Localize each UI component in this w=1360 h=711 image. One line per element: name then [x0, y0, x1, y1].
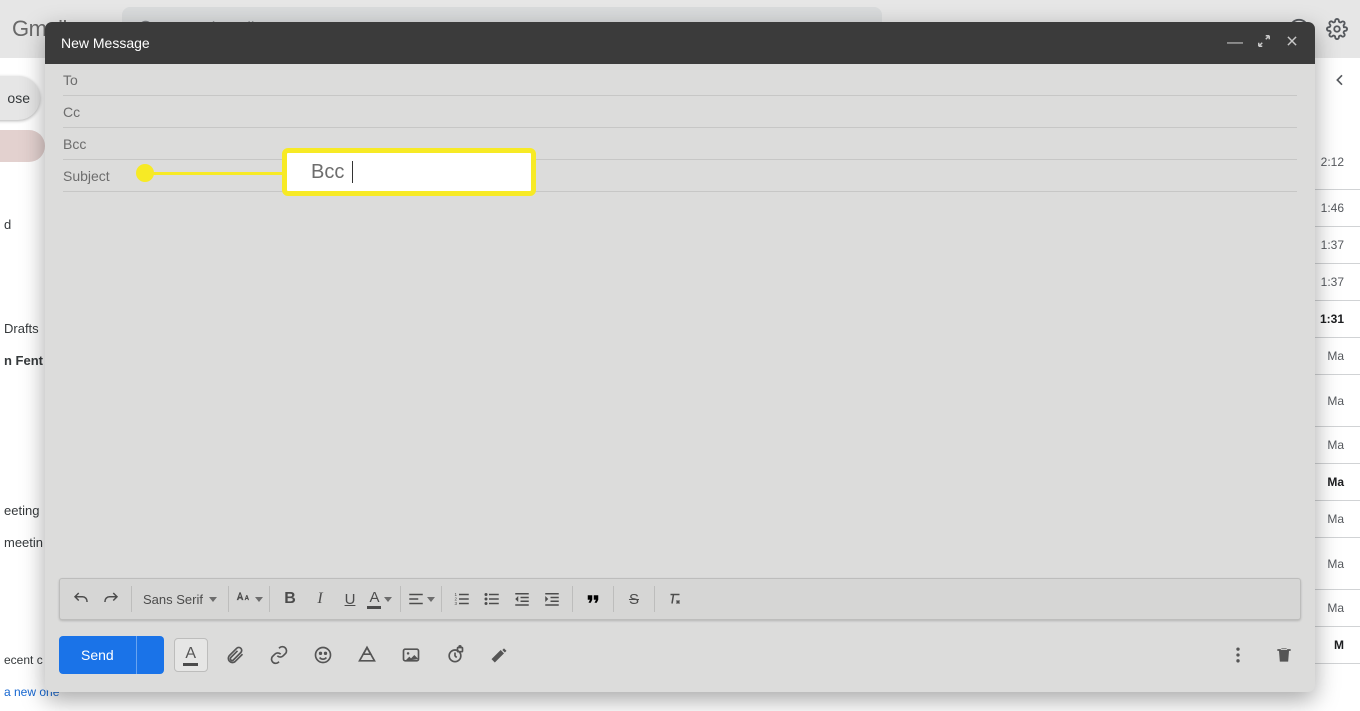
formatting-toolbar: Sans Serif B I U A 123 S — [59, 578, 1301, 620]
insert-drive-icon[interactable] — [350, 638, 384, 672]
chevron-down-icon — [255, 597, 263, 602]
sidebar-item[interactable] — [0, 130, 45, 162]
svg-text:3: 3 — [454, 601, 457, 606]
cc-label: Cc — [63, 104, 123, 120]
annotation-label: Bcc — [311, 161, 344, 184]
discard-draft-icon[interactable] — [1267, 638, 1301, 672]
sidebar-item[interactable]: Drafts — [0, 312, 45, 344]
italic-icon[interactable]: I — [305, 584, 335, 614]
subject-field[interactable]: Subject — [63, 160, 1297, 192]
indent-less-icon[interactable] — [507, 584, 537, 614]
compose-actions: Send A — [59, 630, 1301, 680]
annotation-box: Bcc — [282, 148, 536, 196]
chevron-down-icon — [384, 597, 392, 602]
align-icon[interactable] — [406, 584, 436, 614]
insert-signature-icon[interactable] — [482, 638, 516, 672]
undo-icon[interactable] — [66, 584, 96, 614]
settings-gear-icon[interactable] — [1326, 18, 1348, 40]
numbered-list-icon[interactable]: 123 — [447, 584, 477, 614]
send-label: Send — [81, 647, 114, 663]
more-options-icon[interactable] — [1221, 638, 1255, 672]
minimize-icon[interactable]: — — [1227, 35, 1243, 51]
to-label: To — [63, 72, 123, 88]
insert-emoji-icon[interactable] — [306, 638, 340, 672]
send-button[interactable]: Send — [59, 636, 164, 674]
left-sidebar: d Drafts n Fent eeting meetin ecent c a … — [0, 68, 45, 708]
sidebar-item[interactable]: d — [0, 208, 45, 240]
sidebar-item[interactable]: a new one — [0, 676, 45, 708]
redo-icon[interactable] — [96, 584, 126, 614]
bcc-label: Bcc — [63, 136, 123, 152]
chevron-left-icon[interactable] — [1332, 72, 1348, 93]
annotation-line — [145, 172, 285, 175]
indent-more-icon[interactable] — [537, 584, 567, 614]
cc-field[interactable]: Cc — [63, 96, 1297, 128]
formatting-options-icon[interactable]: A — [174, 638, 208, 672]
text-color-icon[interactable]: A — [365, 584, 395, 614]
compose-title: New Message — [61, 35, 150, 51]
popout-icon[interactable] — [1257, 34, 1271, 52]
bold-icon[interactable]: B — [275, 584, 305, 614]
insert-link-icon[interactable] — [262, 638, 296, 672]
send-options-button[interactable] — [136, 636, 164, 674]
compose-body[interactable] — [45, 192, 1315, 578]
underline-icon[interactable]: U — [335, 584, 365, 614]
quote-icon[interactable] — [578, 584, 608, 614]
insert-photo-icon[interactable] — [394, 638, 428, 672]
font-size-icon[interactable] — [234, 584, 264, 614]
text-cursor — [352, 161, 353, 183]
close-icon[interactable] — [1285, 34, 1299, 52]
strikethrough-icon[interactable]: S — [619, 584, 649, 614]
font-family-select[interactable]: Sans Serif — [137, 592, 223, 607]
sidebar-item[interactable]: meetin — [0, 526, 45, 558]
sidebar-item[interactable]: eeting — [0, 494, 45, 526]
confidential-mode-icon[interactable] — [438, 638, 472, 672]
chevron-down-icon — [427, 597, 435, 602]
sidebar-item[interactable]: n Fent — [0, 344, 45, 376]
bcc-field[interactable]: Bcc — [63, 128, 1297, 160]
compose-window: New Message — To Cc Bcc Subject Sans Ser… — [45, 22, 1315, 692]
bulleted-list-icon[interactable] — [477, 584, 507, 614]
subject-label: Subject — [63, 168, 123, 184]
attach-file-icon[interactable] — [218, 638, 252, 672]
to-field[interactable]: To — [63, 64, 1297, 96]
chevron-down-icon — [209, 597, 217, 602]
remove-formatting-icon[interactable] — [660, 584, 690, 614]
sidebar-item[interactable]: ecent c — [0, 644, 45, 676]
window-controls: — — [1227, 34, 1299, 52]
compose-titlebar[interactable]: New Message — — [45, 22, 1315, 64]
